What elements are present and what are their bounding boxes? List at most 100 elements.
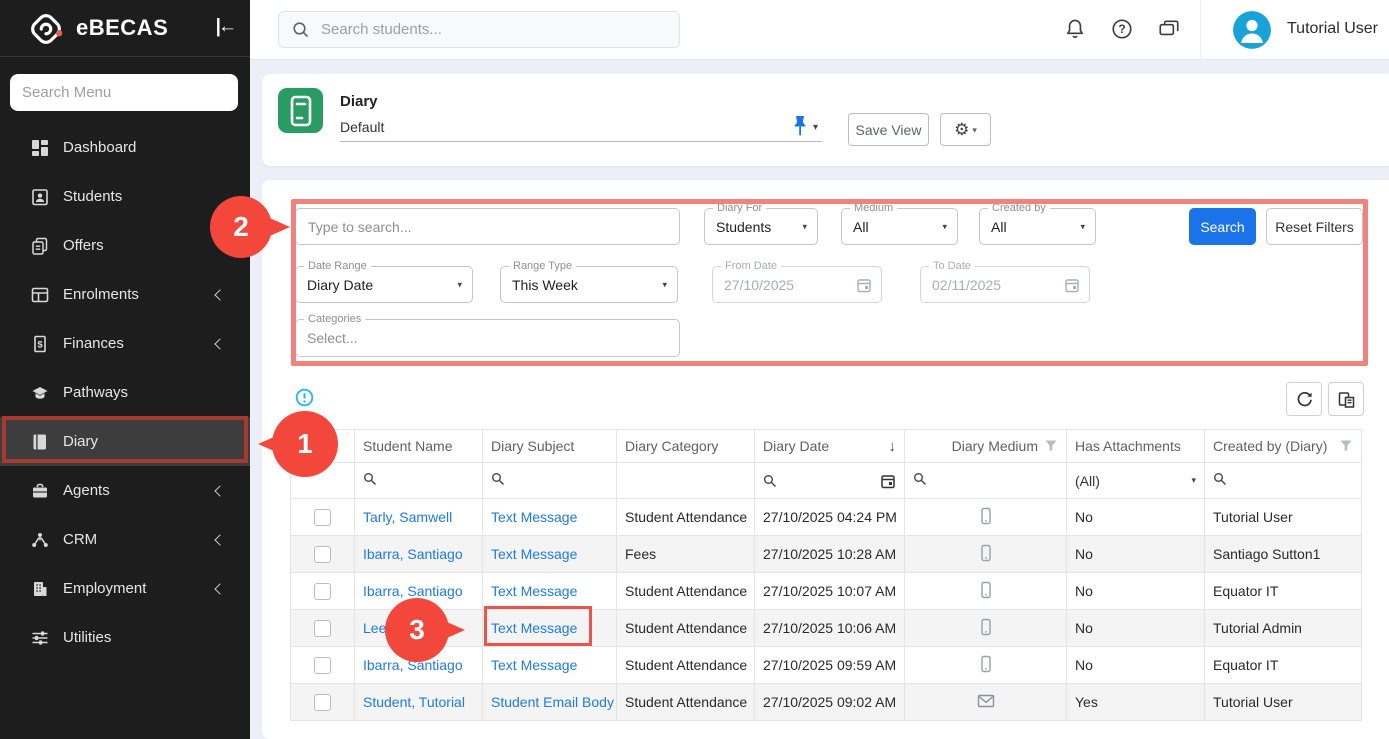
filter-created-by[interactable]: [1205, 463, 1362, 499]
filter-diary-date[interactable]: [755, 463, 905, 499]
sidebar-item-students[interactable]: Students: [0, 172, 250, 221]
table-body: Tarly, Samwell Text Message Student Attend…: [291, 499, 1362, 721]
diary-subject-link[interactable]: Text Message: [491, 583, 577, 599]
diary-medium-cell: [905, 536, 1067, 573]
filter-student-name[interactable]: [355, 463, 483, 499]
sidebar-item-offers[interactable]: Offers: [0, 221, 250, 270]
student-search-input[interactable]: [321, 21, 661, 38]
row-checkbox[interactable]: [314, 657, 331, 674]
diary-subject-link[interactable]: Student Email Body: [491, 694, 614, 710]
sidebar-nav: Dashboard StudentsOffers Enrolments $Financ…: [0, 123, 250, 662]
search-icon: [913, 472, 927, 486]
row-checkbox[interactable]: [314, 583, 331, 600]
diary-subject-link[interactable]: Text Message: [491, 546, 577, 562]
column-header-student-name[interactable]: Student Name: [355, 430, 483, 463]
column-header-diary-subject[interactable]: Diary Subject: [483, 430, 617, 463]
row-checkbox[interactable]: [314, 620, 331, 637]
user-avatar[interactable]: [1233, 11, 1271, 49]
row-checkbox[interactable]: [314, 509, 331, 526]
filter-funnel-icon[interactable]: [1044, 439, 1058, 453]
sidebar-item-utilities[interactable]: Utilities: [0, 613, 250, 662]
table-row: Ibarra, SantiagoText MessageStudent Atte…: [291, 573, 1362, 610]
student-name-link[interactable]: Ibarra, Santiago: [363, 583, 463, 599]
diary-for-select[interactable]: Diary For Students ▾: [704, 208, 818, 245]
filter-diary-medium[interactable]: [905, 463, 1067, 499]
has-attachments-cell: No: [1067, 573, 1205, 610]
student-name-link[interactable]: Ibarra, Santiago: [363, 546, 463, 562]
diary-text-search-input[interactable]: [295, 208, 680, 245]
diary-subject-link[interactable]: Text Message: [491, 509, 577, 525]
created-by-cell: Tutorial User: [1205, 684, 1362, 721]
export-grid-button[interactable]: [1328, 382, 1364, 416]
column-header-diary-date[interactable]: Diary Date↓: [755, 430, 905, 463]
sidebar-item-employment[interactable]: Employment: [0, 564, 250, 613]
select-all-checkbox[interactable]: [314, 438, 331, 455]
phone-icon: [976, 617, 996, 637]
filter-diary-subject[interactable]: [483, 463, 617, 499]
column-header-created-by[interactable]: Created by (Diary): [1205, 430, 1362, 463]
chevron-down-icon: ▾: [1191, 475, 1196, 486]
diary-category-cell: Fees: [617, 536, 755, 573]
created-by-select[interactable]: Created by All ▾: [979, 208, 1096, 245]
column-header-diary-category[interactable]: Diary Category: [617, 430, 755, 463]
chevron-left-icon: [214, 485, 225, 496]
filter-diary-category[interactable]: [617, 463, 755, 499]
student-name-link[interactable]: Lee,: [363, 620, 390, 636]
sidebar-item-agents[interactable]: Agents: [0, 466, 250, 515]
filter-funnel-icon[interactable]: [1339, 439, 1353, 453]
search-button[interactable]: Search: [1189, 208, 1256, 245]
pin-icon[interactable]: [790, 115, 810, 141]
to-date-field[interactable]: To Date 02/11/2025: [920, 266, 1090, 303]
date-range-select[interactable]: Date Range Diary Date ▾: [295, 266, 473, 303]
sidebar-menu-search-input[interactable]: [10, 74, 238, 111]
sidebar-item-dashboard[interactable]: Dashboard: [0, 123, 250, 172]
sidebar-item-finances[interactable]: $Finances: [0, 319, 250, 368]
sidebar-item-crm[interactable]: CRM: [0, 515, 250, 564]
info-icon[interactable]: [295, 388, 314, 407]
students-icon: [30, 187, 50, 207]
view-selector[interactable]: Default ▾: [340, 116, 822, 142]
sidebar-item-label: Finances: [63, 335, 124, 352]
diary-subject-link[interactable]: Text Message: [491, 620, 577, 636]
calendar-icon[interactable]: [880, 473, 896, 489]
diary-date-cell: 27/10/2025 09:02 AM: [755, 684, 905, 721]
collapse-sidebar-icon[interactable]: |←: [216, 16, 234, 38]
sidebar-item-label: Dashboard: [63, 139, 136, 156]
diary-medium-cell: [905, 499, 1067, 536]
save-view-button[interactable]: Save View: [848, 113, 929, 146]
refresh-button[interactable]: [1286, 382, 1322, 416]
row-checkbox[interactable]: [314, 694, 331, 711]
reset-filters-button[interactable]: Reset Filters: [1266, 208, 1363, 245]
row-checkbox[interactable]: [314, 546, 331, 563]
student-name-link[interactable]: Student, Tutorial: [363, 694, 465, 710]
sidebar-item-diary[interactable]: Diary: [0, 417, 250, 466]
grid-settings-button[interactable]: ⚙▾: [940, 113, 991, 146]
sidebar-item-enrolments[interactable]: Enrolments: [0, 270, 250, 319]
student-name-link[interactable]: Ibarra, Santiago: [363, 657, 463, 673]
range-type-select[interactable]: Range Type This Week ▾: [500, 266, 678, 303]
has-attachments-cell: No: [1067, 499, 1205, 536]
sidebar-item-pathways[interactable]: Pathways: [0, 368, 250, 417]
phone-icon: [976, 543, 996, 563]
categories-select[interactable]: Categories Select...: [295, 319, 680, 357]
pathways-icon: [30, 383, 50, 403]
diary-subject-link[interactable]: Text Message: [491, 657, 577, 673]
student-search[interactable]: [278, 11, 680, 48]
medium-select[interactable]: Medium All ▾: [841, 208, 958, 245]
diary-category-cell: Student Attendance: [617, 499, 755, 536]
created-by-cell: Tutorial Admin: [1205, 610, 1362, 647]
created-by-cell: Equator IT: [1205, 573, 1362, 610]
filter-has-attachments[interactable]: (All)▾: [1067, 463, 1205, 499]
chat-icon[interactable]: [1157, 17, 1181, 41]
student-name-link[interactable]: Tarly, Samwell: [363, 509, 452, 525]
from-date-field[interactable]: From Date 27/10/2025: [712, 266, 882, 303]
column-header-has-attachments[interactable]: Has Attachments: [1067, 430, 1205, 463]
chevron-down-icon: ▾: [802, 221, 807, 232]
phone-icon: [976, 580, 996, 600]
diary-medium-cell: [905, 610, 1067, 647]
diary-category-cell: Student Attendance: [617, 684, 755, 721]
sidebar-item-label: Enrolments: [63, 286, 139, 303]
help-icon[interactable]: ?: [1110, 17, 1134, 41]
column-header-diary-medium[interactable]: Diary Medium: [905, 430, 1067, 463]
bell-icon[interactable]: [1063, 17, 1087, 41]
